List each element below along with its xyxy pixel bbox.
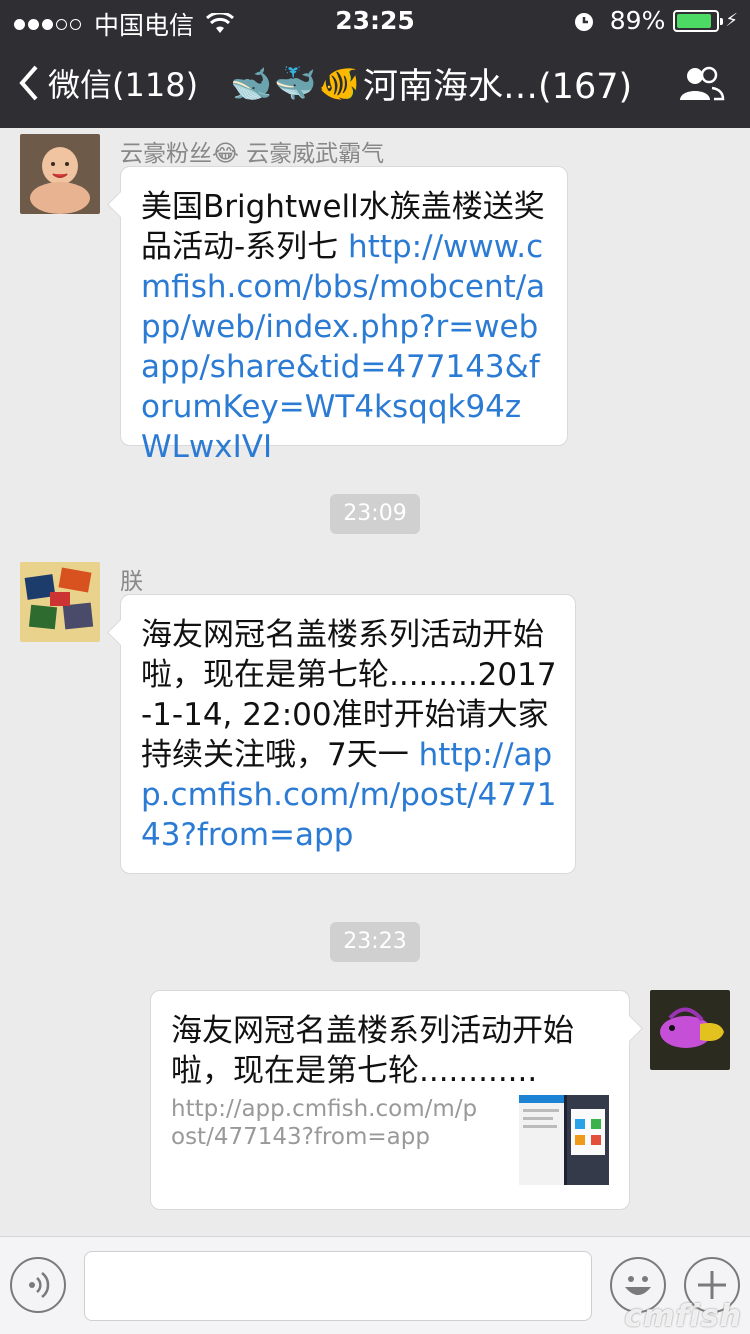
status-bar: 中国电信 23:25 89% ⚡: [0, 0, 750, 40]
chevron-left-icon: [19, 65, 38, 101]
alarm-icon: [574, 12, 593, 31]
battery-percent: 89%: [609, 6, 666, 35]
spouting-whale-emoji: 🐳: [274, 63, 317, 104]
whale-emoji: 🐋: [230, 63, 273, 104]
back-button[interactable]: 微信(118): [18, 60, 198, 106]
message-bubble[interactable]: 美国Brightwell水族盖楼送奖品活动-系列七 http://www.cmf…: [120, 166, 568, 465]
back-label: 微信(118): [48, 66, 199, 104]
link-share-card[interactable]: 海友网冠名盖楼系列活动开始啦，现在是第七轮............ http:/…: [150, 990, 630, 1210]
voice-button[interactable]: [10, 1257, 66, 1313]
group-members-icon[interactable]: [676, 66, 726, 102]
avatar[interactable]: [20, 562, 100, 642]
my-avatar[interactable]: [650, 990, 730, 1070]
message-bubble[interactable]: 海友网冠名盖楼系列活动开始啦，现在是第七轮.........2017-1-14,…: [120, 594, 576, 874]
avatar[interactable]: [20, 134, 100, 214]
share-card-url: http://app.cmfish.com/m/post/477143?from…: [171, 1096, 478, 1150]
voice-icon: [29, 1272, 50, 1298]
nav-bar: 微信(118) 🐋 🐳 🐠 河南海水…(167): [0, 40, 750, 128]
chat-title: 🐋 🐳 🐠 河南海水…(167): [230, 58, 632, 109]
tropical-fish-emoji: 🐠: [318, 63, 362, 104]
charging-bolt-icon: ⚡: [725, 10, 738, 31]
chat-input-bar: cmfish: [0, 1236, 750, 1334]
battery-icon: [673, 9, 724, 32]
watermark: cmfish: [624, 1299, 742, 1334]
sender-name: 云豪粉丝😂 云豪威武霸气: [120, 141, 385, 167]
share-card-thumbnail: [519, 1095, 609, 1185]
share-card-title: 海友网冠名盖楼系列活动开始啦，现在是第七轮............: [171, 1013, 574, 1089]
chat-title-text: 河南海水…(167): [363, 67, 633, 107]
timestamp-divider: 23:09: [330, 494, 420, 534]
top-bar: 中国电信 23:25 89% ⚡ 微信(118) 🐋 🐳 🐠 河南海水…(167…: [0, 0, 750, 128]
sender-name: 朕: [120, 569, 143, 595]
timestamp-divider: 23:23: [330, 922, 420, 962]
message-input[interactable]: [84, 1251, 592, 1321]
